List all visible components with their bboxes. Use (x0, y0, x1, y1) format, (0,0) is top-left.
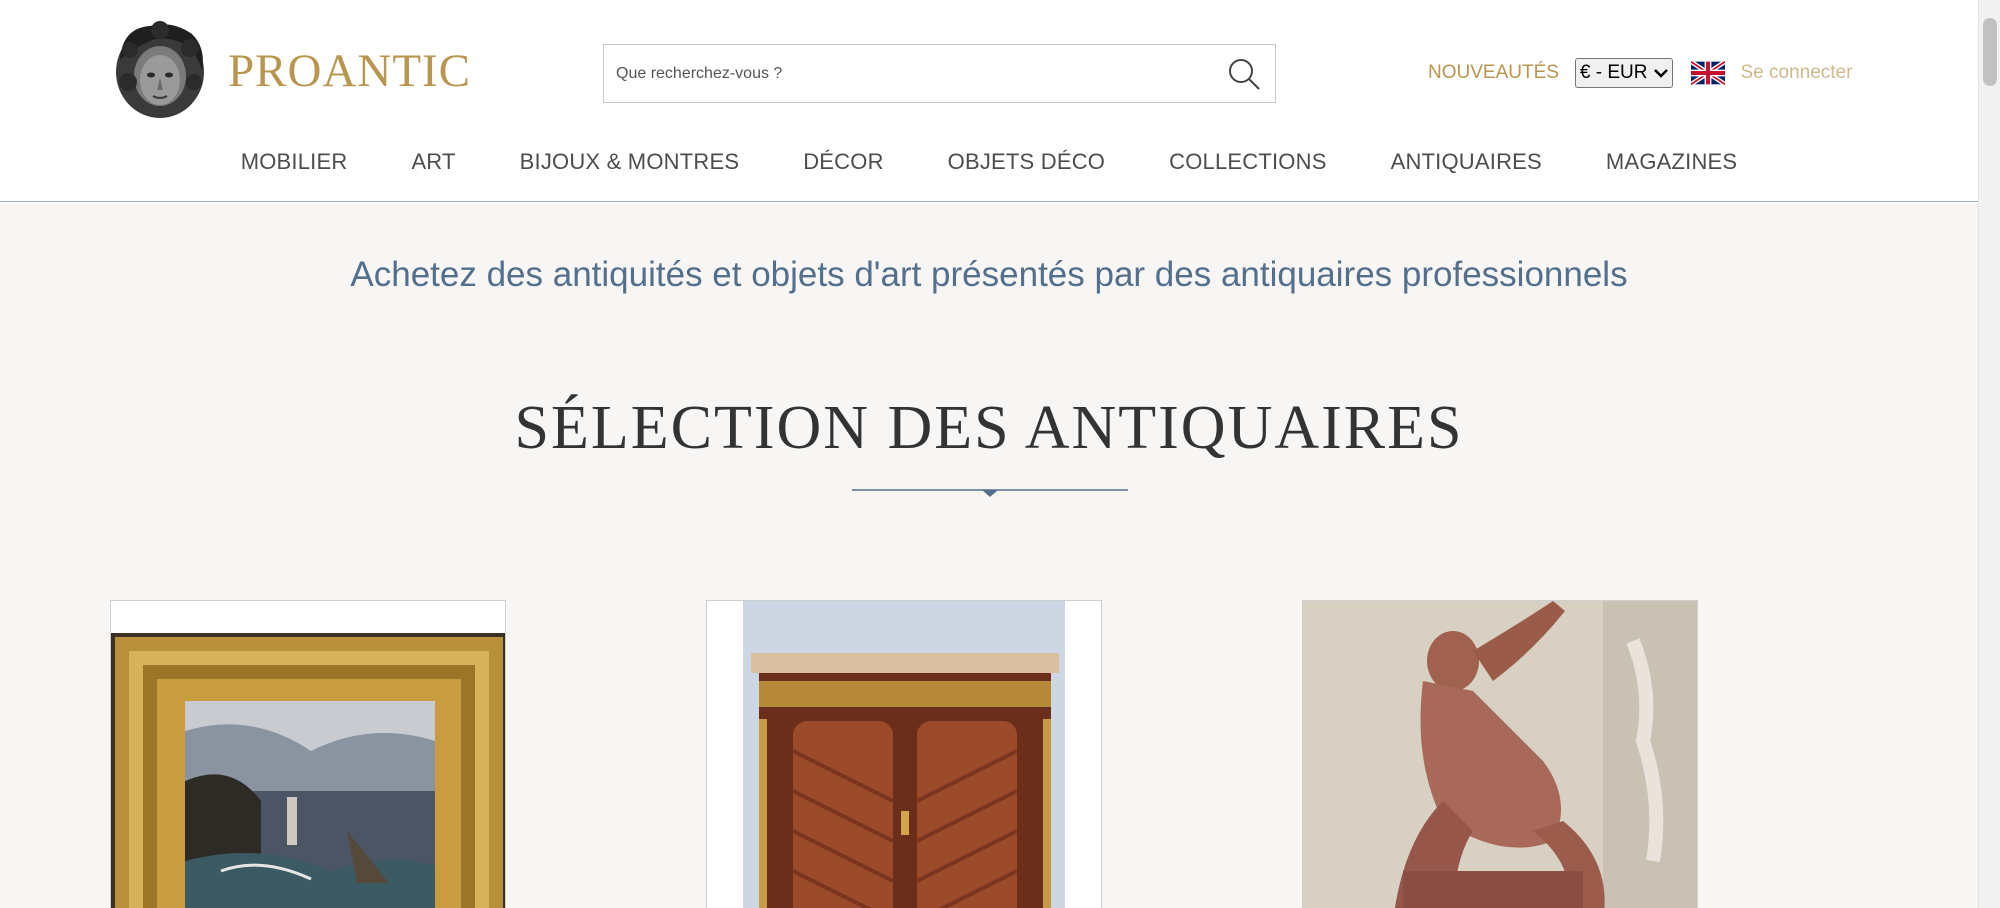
site-header: PROANTIC NOUVEAUTÉS € - EUR (0, 0, 1978, 202)
chevron-down-icon (1653, 69, 1668, 78)
scrollbar-thumb[interactable] (1983, 18, 1997, 86)
search-input[interactable] (604, 45, 1213, 102)
login-link[interactable]: Se connecter (1741, 62, 1853, 84)
nav-item-bijoux-montres[interactable]: BIJOUX & MONTRES (520, 149, 740, 175)
main-content: Achetez des antiquités et objets d'art p… (0, 203, 1978, 908)
logo-text: PROANTIC (228, 45, 472, 97)
product-image-cabinet (707, 601, 1101, 908)
uk-flag-icon[interactable] (1690, 61, 1725, 85)
section-title: SÉLECTION DES ANTIQUAIRES (514, 394, 1464, 462)
tagline: Achetez des antiquités et objets d'art p… (350, 255, 1628, 294)
logo-link[interactable]: PROANTIC (110, 20, 471, 122)
nav-item-objets-deco[interactable]: OBJETS DÉCO (948, 149, 1105, 175)
product-image-sculpture (1303, 601, 1697, 908)
currency-value: € - EUR (1579, 62, 1648, 83)
scrollbar[interactable] (1978, 0, 2000, 908)
nav-item-decor[interactable]: DÉCOR (803, 149, 883, 175)
nav-item-magazines[interactable]: MAGAZINES (1606, 149, 1737, 175)
product-card-cabinet[interactable] (706, 600, 1102, 908)
product-image-painting (111, 601, 505, 908)
product-card-painting[interactable] (110, 600, 506, 908)
search-box (603, 44, 1276, 103)
nav-item-mobilier[interactable]: MOBILIER (241, 149, 348, 175)
header-actions: NOUVEAUTÉS € - EUR Se connecter (1428, 55, 1852, 91)
product-card-sculpture[interactable] (1302, 600, 1698, 908)
search-icon (1229, 58, 1260, 90)
section-divider (852, 489, 1128, 497)
logo-head-icon (116, 21, 204, 118)
nav-item-art[interactable]: ART (411, 149, 455, 175)
search-button[interactable] (1213, 45, 1275, 102)
nouveautes-link[interactable]: NOUVEAUTÉS (1428, 62, 1559, 84)
nav-item-antiquaires[interactable]: ANTIQUAIRES (1391, 149, 1542, 175)
page: PROANTIC NOUVEAUTÉS € - EUR (0, 0, 2000, 908)
nav-item-collections[interactable]: COLLECTIONS (1169, 149, 1326, 175)
main-nav: MOBILIER ART BIJOUX & MONTRES DÉCOR OBJE… (0, 140, 1978, 184)
currency-select[interactable]: € - EUR (1574, 58, 1673, 88)
